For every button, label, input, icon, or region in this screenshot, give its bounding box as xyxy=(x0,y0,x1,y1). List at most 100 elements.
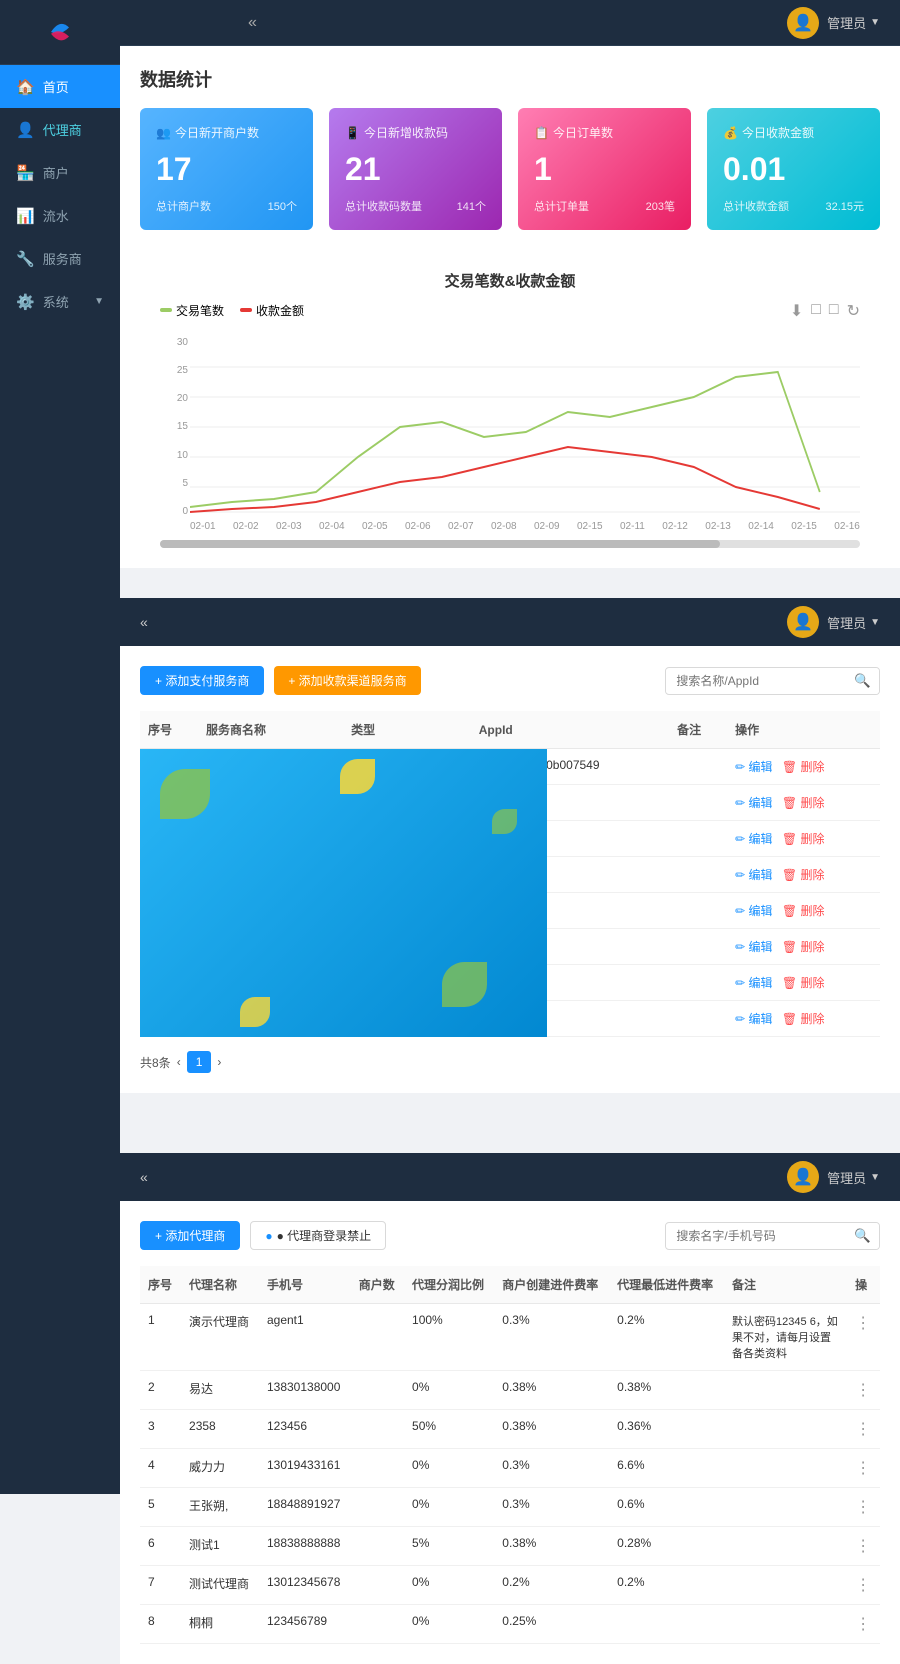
service-total: 共8条 xyxy=(140,1054,171,1071)
logo xyxy=(0,0,120,65)
sidebar-item-home[interactable]: 🏠 首页 xyxy=(0,65,120,108)
sidebar-item-service-label: 服务商 xyxy=(43,249,104,268)
legend-red-label: 收款金额 xyxy=(256,302,304,319)
col-actions: 操作 xyxy=(727,711,880,749)
agent-col-op: 操 xyxy=(847,1266,880,1304)
flow-icon: 📊 xyxy=(16,207,35,225)
delete-link-7[interactable]: 🗑 删除 xyxy=(782,976,825,990)
section2-user[interactable]: 👤 管理员 ▼ xyxy=(787,606,880,638)
user-dropdown-icon[interactable]: ▼ xyxy=(870,17,880,28)
stat-card-orders-footer: 总计订单量 203笔 xyxy=(534,198,675,214)
chart-scrollbar[interactable] xyxy=(160,540,860,548)
section2-header: « 👤 管理员 ▼ xyxy=(120,598,900,646)
chart-title: 交易笔数&收款金额 xyxy=(160,270,860,291)
sidebar-item-service[interactable]: 🔧 服务商 xyxy=(0,237,120,280)
agent-col-min-rate: 代理最低进件费率 xyxy=(609,1266,724,1304)
section3-avatar: 👤 xyxy=(787,1161,819,1193)
delete-link-2[interactable]: 🗑 删除 xyxy=(782,796,825,810)
sidebar-item-flow-label: 流水 xyxy=(43,206,104,225)
stat-card-merchants-footer: 总计商户数 150个 xyxy=(156,198,297,214)
agent-login-ban-btn[interactable]: ● ● 代理商登录禁止 xyxy=(250,1221,386,1250)
col-remark: 备注 xyxy=(669,711,727,749)
system-icon: ⚙️ xyxy=(16,293,35,311)
table-row: 3 云... 微信服务分发 ✏ 编辑 🗑 删除 xyxy=(140,821,880,857)
prev-page-btn[interactable]: ‹ xyxy=(177,1055,181,1069)
chart-view1-icon[interactable]: □ xyxy=(811,301,821,321)
agent-table: 序号 代理名称 手机号 商户数 代理分润比例 商户创建进件费率 代理最低进件费率… xyxy=(140,1266,880,1644)
delete-link[interactable]: 🗑 删除 xyxy=(782,760,825,774)
agent-col-create-rate: 商户创建进件费率 xyxy=(494,1266,609,1304)
stat-card-collect-value: 21 xyxy=(345,151,486,188)
system-expand-icon: ▼ xyxy=(94,296,104,307)
table-row: 7 测试代理商 13012345678 0% 0.2% 0.2% ⋮ xyxy=(140,1566,880,1605)
header-user[interactable]: 👤 管理员 ▼ xyxy=(787,7,880,39)
sidebar-item-system[interactable]: ⚙️ 系统 ▼ xyxy=(0,280,120,323)
sidebar-item-agent[interactable]: 👤 代理商 xyxy=(0,108,120,151)
agent-col-remark: 备注 xyxy=(724,1266,847,1304)
add-service-provider-btn[interactable]: + 添加支付服务商 xyxy=(140,666,264,695)
username-label: 管理员 xyxy=(827,13,866,32)
chart-view2-icon[interactable]: □ xyxy=(829,301,839,321)
edit-link-2[interactable]: ✏ 编辑 xyxy=(735,796,772,810)
edit-link[interactable]: ✏ 编辑 xyxy=(735,760,772,774)
sidebar-item-flow[interactable]: 📊 流水 xyxy=(0,194,120,237)
chart-refresh-icon[interactable]: ↻ xyxy=(847,301,860,321)
table-row: 4 威力力 13019433161 0% 0.3% 6.6% ⋮ xyxy=(140,1449,880,1488)
section2-collapse[interactable]: « xyxy=(140,614,148,630)
edit-link-5[interactable]: ✏ 编辑 xyxy=(735,904,772,918)
agent-search-input[interactable] xyxy=(666,1224,846,1248)
service-search-input[interactable] xyxy=(666,669,846,693)
merchant-icon: 🏪 xyxy=(16,164,35,182)
section3-dropdown-icon[interactable]: ▼ xyxy=(870,1172,880,1183)
section2-dropdown-icon[interactable]: ▼ xyxy=(870,617,880,628)
legend-red: 收款金额 xyxy=(240,302,304,319)
stat-card-amount-footer: 总计收款金额 32.15元 xyxy=(723,198,864,214)
chart-area: 0 5 10 15 20 25 30 xyxy=(160,337,860,517)
delete-link-4[interactable]: 🗑 删除 xyxy=(782,868,825,882)
stat-card-merchants: 👥 今日新开商户数 17 总计商户数 150个 xyxy=(140,108,313,230)
add-collect-channel-btn[interactable]: + 添加收款渠道服务商 xyxy=(274,666,420,695)
sidebar-item-merchant[interactable]: 🏪 商户 xyxy=(0,151,120,194)
legend-red-dot xyxy=(240,308,252,312)
agent-search-btn[interactable]: 🔍 xyxy=(846,1223,879,1249)
sidebar-item-home-label: 首页 xyxy=(43,77,104,96)
service-search-btn[interactable]: 🔍 xyxy=(846,668,879,694)
row-appid: wx883ac9410b007549 xyxy=(471,749,669,785)
edit-link-7[interactable]: ✏ 编辑 xyxy=(735,976,772,990)
section2-avatar: 👤 xyxy=(787,606,819,638)
page-1-btn[interactable]: 1 xyxy=(187,1051,212,1073)
collapse-icon[interactable]: « xyxy=(248,14,257,32)
next-page-btn[interactable]: › xyxy=(217,1055,221,1069)
delete-link-5[interactable]: 🗑 删除 xyxy=(782,904,825,918)
stat-card-collect-title: 📱 今日新增收款码 xyxy=(345,124,486,141)
dot-icon: ● xyxy=(265,1229,272,1243)
delete-link-3[interactable]: 🗑 删除 xyxy=(782,832,825,846)
edit-link-4[interactable]: ✏ 编辑 xyxy=(735,868,772,882)
edit-link-3[interactable]: ✏ 编辑 xyxy=(735,832,772,846)
col-type: 类型 xyxy=(343,711,471,749)
table-row: 1 演示代理商 agent1 100% 0.3% 0.2% 默认密码12345 … xyxy=(140,1304,880,1371)
edit-link-6[interactable]: ✏ 编辑 xyxy=(735,940,772,954)
agent-table-head: 序号 代理名称 手机号 商户数 代理分润比例 商户创建进件费率 代理最低进件费率… xyxy=(140,1266,880,1304)
chart-scrollbar-thumb[interactable] xyxy=(160,540,720,548)
row-actions: ✏ 编辑 🗑 删除 xyxy=(727,749,880,785)
merchants-icon: 👥 xyxy=(156,126,171,140)
section3-collapse[interactable]: « xyxy=(140,1169,148,1185)
edit-link-8[interactable]: ✏ 编辑 xyxy=(735,1012,772,1026)
delete-link-6[interactable]: 🗑 删除 xyxy=(782,940,825,954)
table-row: 6 剑... ✏ 编辑 🗑 删除 xyxy=(140,929,880,965)
amount-icon: 💰 xyxy=(723,126,738,140)
delete-link-8[interactable]: 🗑 删除 xyxy=(782,1012,825,1026)
service-table-body: 1 小蜜蜂聚合支付 微信服务分发 wx883ac9410b007549 ✏ 编辑… xyxy=(140,749,880,1037)
chart-toolbar: ⬇ □ □ ↻ xyxy=(790,301,860,321)
chart-download-icon[interactable]: ⬇ xyxy=(790,301,803,321)
row-remark xyxy=(669,749,727,785)
dashboard-title: 数据统计 xyxy=(140,66,880,92)
section3-user[interactable]: 👤 管理员 ▼ xyxy=(787,1161,880,1193)
agent-col-seq: 序号 xyxy=(140,1266,181,1304)
legend-green-dot xyxy=(160,308,172,312)
col-appid: AppId xyxy=(471,711,669,749)
agent-col-phone: 手机号 xyxy=(259,1266,351,1304)
stat-card-orders-value: 1 xyxy=(534,151,675,188)
add-agent-btn[interactable]: + 添加代理商 xyxy=(140,1221,240,1250)
